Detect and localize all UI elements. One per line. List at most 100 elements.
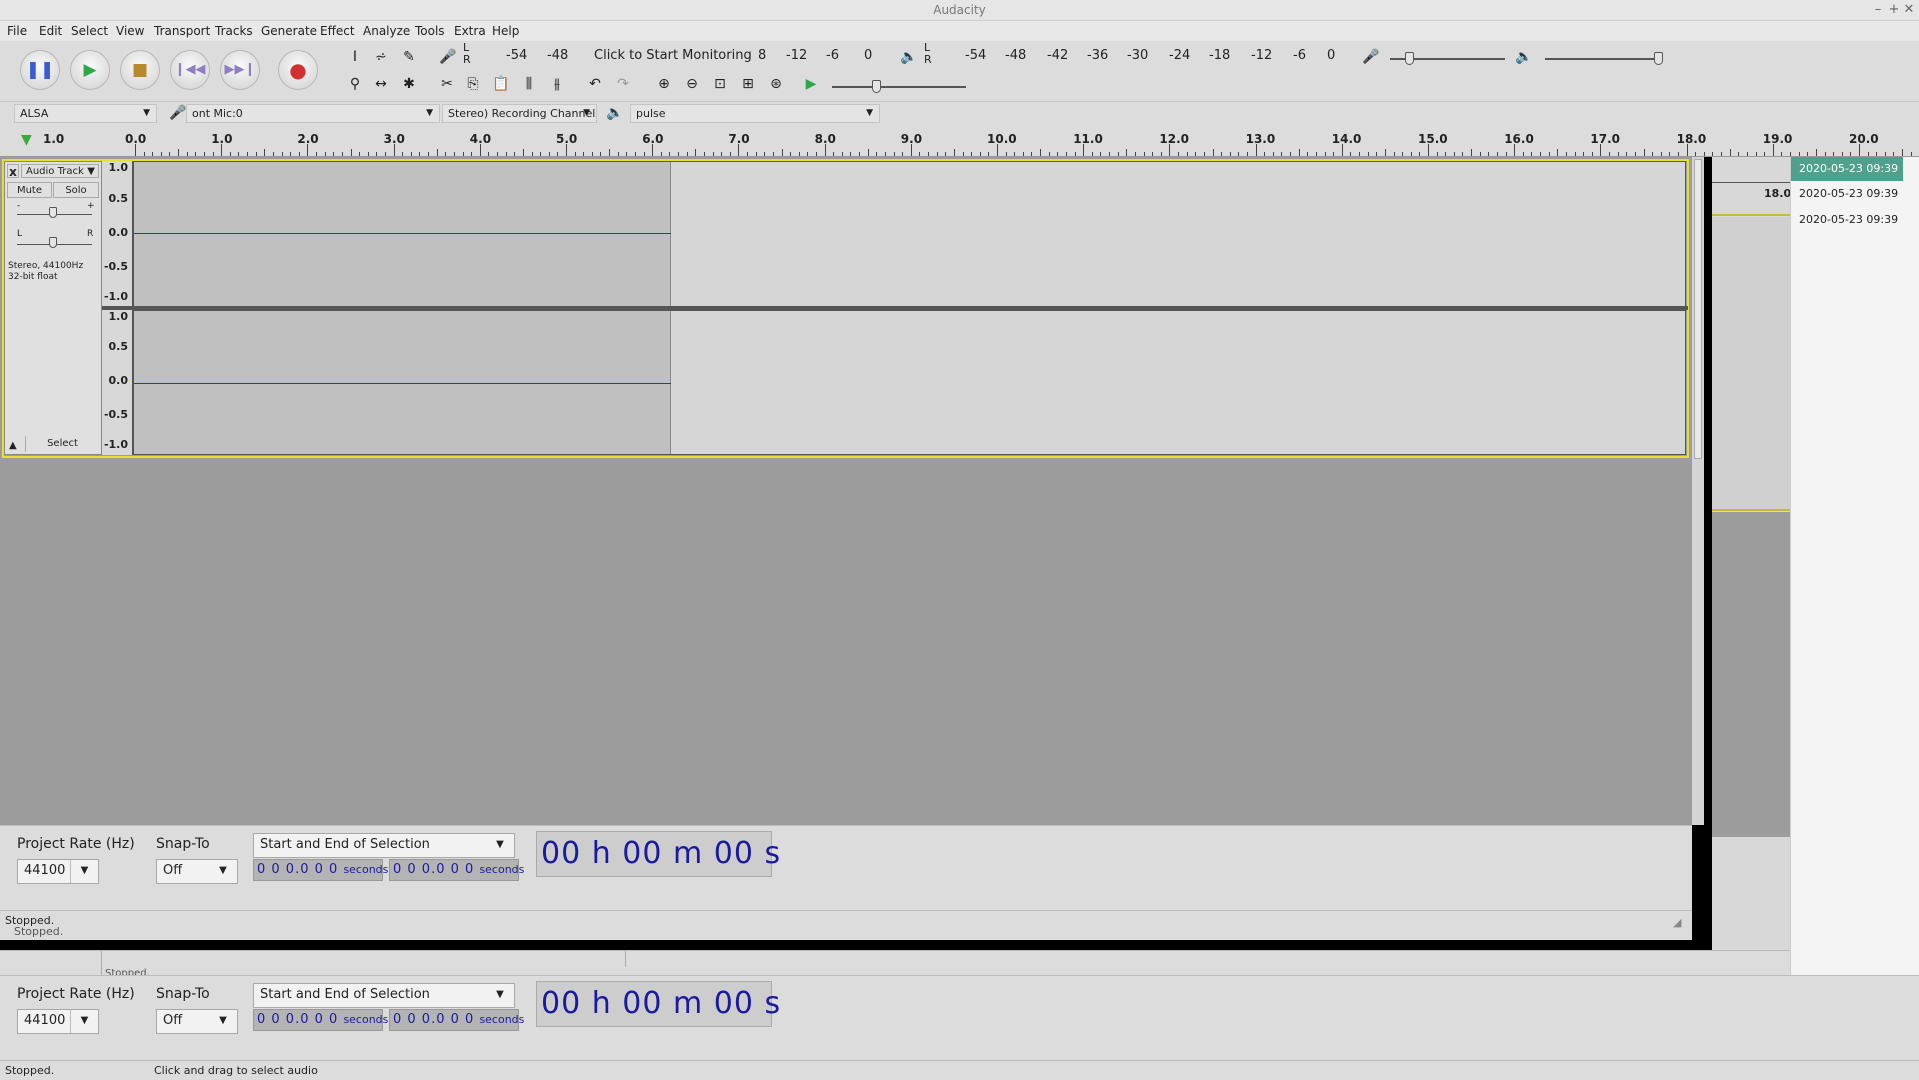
project-rate-combo[interactable]: 44100 ▼ xyxy=(17,859,99,884)
scrollbar-thumb[interactable] xyxy=(1694,159,1702,459)
track-close-button[interactable]: x xyxy=(7,164,19,179)
envelope-tool[interactable]: ⩫ xyxy=(370,46,392,68)
snap-to-select[interactable]: Off ▼ xyxy=(156,1009,238,1034)
chevron-down-icon[interactable]: ▼ xyxy=(486,984,514,1007)
audio-host-select[interactable]: ALSA ▼ xyxy=(14,104,157,123)
skip-to-end-button[interactable]: ▶▶❙ xyxy=(220,50,260,90)
list-item[interactable]: 2020-05-23 09:39 xyxy=(1791,208,1903,232)
menu-tracks[interactable]: Tracks xyxy=(215,24,253,38)
resize-grip-icon[interactable]: ◢ xyxy=(1673,916,1681,929)
fit-project-button[interactable]: ⊞ xyxy=(737,73,759,95)
slider-thumb[interactable] xyxy=(1405,52,1414,65)
track-select-button[interactable]: Select xyxy=(25,436,99,452)
recording-meter[interactable]: -54 -48 Click to Start Monitoring 8 -12 … xyxy=(470,48,880,66)
slider-thumb[interactable] xyxy=(49,237,57,248)
playback-device-select[interactable]: pulse ▼ xyxy=(630,104,880,123)
track-control-panel[interactable]: x Audio Track ▼ Mute Solo - + L R Stereo… xyxy=(4,161,102,455)
collapse-track-icon[interactable]: ▲ xyxy=(9,440,17,451)
chevron-down-icon[interactable]: ▼ xyxy=(70,860,98,883)
vertical-scrollbar[interactable] xyxy=(1692,157,1704,825)
recording-channels-select[interactable]: Stereo) Recording Channels ▼ xyxy=(442,104,597,123)
ruler-tick xyxy=(1281,152,1283,156)
selection-end-time[interactable]: 0 0 0.0 0 0 seconds xyxy=(389,859,524,881)
list-item[interactable]: 2020-05-23 09:39 xyxy=(1791,157,1903,181)
project-rate-combo[interactable]: 44100 ▼ xyxy=(17,1009,99,1034)
double-arrow-icon: ↔ xyxy=(375,76,387,92)
playback-volume-slider[interactable] xyxy=(1545,58,1660,60)
selection-mode-select[interactable]: Start and End of Selection ▼ xyxy=(253,833,515,858)
zoom-in-button[interactable]: ⊕ xyxy=(653,73,675,95)
menu-edit[interactable]: Edit xyxy=(39,24,62,38)
selected-region[interactable] xyxy=(134,162,671,307)
ruler-tick xyxy=(1609,152,1611,156)
silence-button[interactable]: ⫵ xyxy=(546,73,568,95)
slider-thumb[interactable] xyxy=(49,207,57,218)
selection-mode-select[interactable]: Start and End of Selection ▼ xyxy=(253,983,515,1008)
menu-analyze[interactable]: Analyze xyxy=(363,24,410,38)
zoom-out-button[interactable]: ⊖ xyxy=(681,73,703,95)
trim-button[interactable]: ⫼ xyxy=(518,73,540,95)
selection-start-time[interactable]: 0 0 0.0 0 0 seconds xyxy=(253,859,388,881)
record-meter-button[interactable]: 🎤 xyxy=(437,46,459,68)
time-shift-tool[interactable]: ↔ xyxy=(370,73,392,95)
menu-help[interactable]: Help xyxy=(492,24,519,38)
chevron-down-icon[interactable]: ▼ xyxy=(70,1010,98,1033)
menu-file[interactable]: File xyxy=(7,24,27,38)
playback-meter-button[interactable]: 🔈 xyxy=(898,46,920,68)
chevron-down-icon[interactable]: ▼ xyxy=(486,834,514,857)
slider-thumb[interactable] xyxy=(1654,52,1663,65)
menu-transport[interactable]: Transport xyxy=(154,24,210,38)
selection-start-time[interactable]: 0 0 0.0 0 0 seconds xyxy=(253,1009,388,1031)
draw-tool[interactable]: ✎ xyxy=(398,46,420,68)
minimize-button[interactable]: – xyxy=(1870,2,1886,17)
paste-button[interactable]: 📋 xyxy=(490,73,512,95)
zoom-tool[interactable]: ⚲ xyxy=(344,73,366,95)
ruler-tick xyxy=(1764,152,1766,156)
list-item[interactable]: 2020-05-23 09:39 xyxy=(1791,182,1903,206)
copy-button[interactable]: ⎘ xyxy=(462,73,484,95)
menu-extra[interactable]: Extra xyxy=(454,24,486,38)
chevron-down-icon[interactable]: ▼ xyxy=(209,1010,237,1033)
zoom-toggle-button[interactable]: ⊛ xyxy=(765,73,787,95)
start-monitoring-label[interactable]: Click to Start Monitoring xyxy=(594,48,752,63)
stop-button[interactable]: ■ xyxy=(120,50,160,90)
menu-select[interactable]: Select xyxy=(71,24,108,38)
ruler-tick xyxy=(1264,152,1266,156)
redo-button[interactable]: ↷ xyxy=(612,73,634,95)
record-button[interactable]: ● xyxy=(278,50,318,90)
pause-button[interactable]: ❚❚ xyxy=(20,50,60,90)
waveform-left-channel[interactable] xyxy=(133,161,1686,308)
timeline-ruler[interactable]: ▼ 1.0 0.0 1.0 2.0 3.0 4.0 5.0 6.0 7.0 8.0 9.0 10.0… xyxy=(0,127,1919,157)
close-window-button[interactable]: ✕ xyxy=(1901,2,1917,17)
play-at-speed-button[interactable]: ▶ xyxy=(800,73,822,95)
selection-tool[interactable]: I xyxy=(344,46,366,68)
mute-button[interactable]: Mute xyxy=(7,182,52,198)
play-button[interactable]: ▶ xyxy=(70,50,110,90)
waveform-right-channel[interactable] xyxy=(133,310,1686,455)
menu-generate[interactable]: Generate xyxy=(261,24,317,38)
scissors-icon: ✂ xyxy=(441,76,453,92)
menu-tools[interactable]: Tools xyxy=(415,24,445,38)
chevron-down-icon[interactable]: ▼ xyxy=(209,860,237,883)
undo-button[interactable]: ↶ xyxy=(584,73,606,95)
microphone-icon: 🎤 xyxy=(439,49,457,65)
track-name-menu[interactable]: Audio Track ▼ xyxy=(21,164,99,178)
ruler-tick xyxy=(203,152,205,156)
recording-device-select[interactable]: ont Mic:0 ▼ xyxy=(186,104,440,123)
menu-view[interactable]: View xyxy=(116,24,144,38)
selection-end-time[interactable]: 0 0 0.0 0 0 seconds xyxy=(389,1009,524,1031)
menu-effect[interactable]: Effect xyxy=(320,24,355,38)
playback-meter[interactable]: -54 -48 -42 -36 -30 -24 -18 -12 -6 0 xyxy=(935,48,1345,66)
cut-button[interactable]: ✂ xyxy=(436,73,458,95)
play-speed-slider[interactable] xyxy=(832,86,966,88)
slider-thumb[interactable] xyxy=(872,80,881,93)
audio-position-display[interactable]: 00 h 00 m 00 s xyxy=(536,981,780,1027)
multi-tool[interactable]: ✱ xyxy=(398,73,420,95)
audio-position-display[interactable]: 00 h 00 m 00 s xyxy=(536,831,780,877)
solo-button[interactable]: Solo xyxy=(53,182,99,198)
ruler-tick xyxy=(367,152,369,156)
skip-to-start-button[interactable]: ❙◀◀ xyxy=(170,50,210,90)
fit-selection-button[interactable]: ⊡ xyxy=(709,73,731,95)
maximize-button[interactable]: + xyxy=(1886,2,1902,17)
snap-to-select[interactable]: Off ▼ xyxy=(156,859,238,884)
